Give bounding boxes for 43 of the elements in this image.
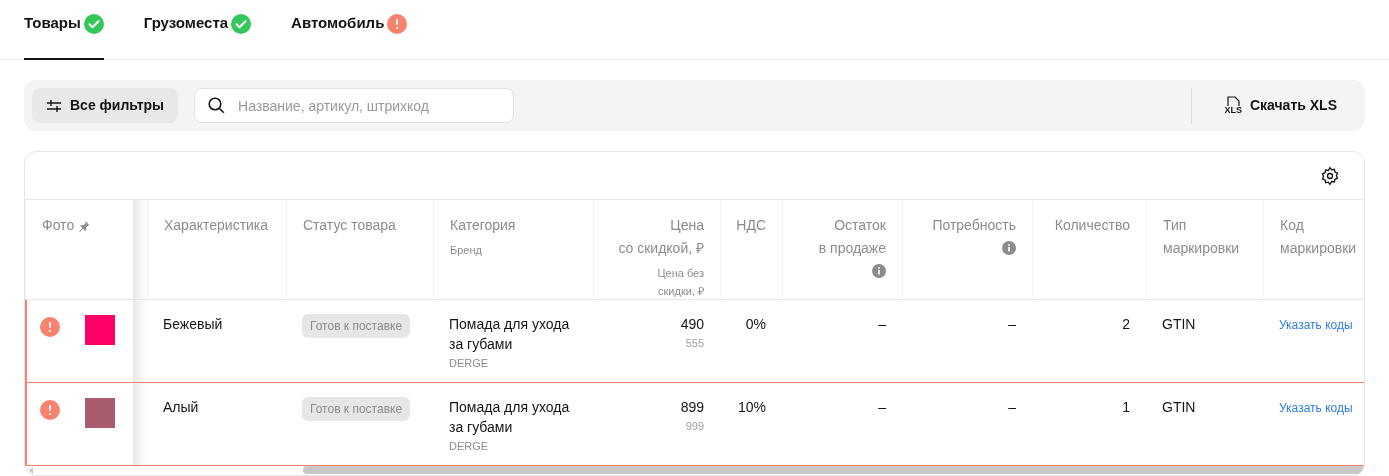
- old-price-text: 999: [685, 419, 704, 434]
- table-cell-text: 899: [680, 398, 704, 417]
- table-cell-text: –: [1008, 398, 1016, 417]
- table-cell-text: –: [1008, 315, 1016, 334]
- table-cell-text: Помада для ухода за губами: [449, 398, 571, 437]
- column-header[interactable]: Фото: [42, 214, 75, 237]
- specify-codes-link[interactable]: Указать коды: [1279, 318, 1353, 332]
- table-cell: GTIN: [1162, 399, 1196, 415]
- table-cell-text: 490: [680, 315, 704, 334]
- table-cell: Бежевый: [163, 316, 223, 332]
- table-cell-text: 10%: [737, 398, 766, 417]
- specify-codes-link[interactable]: Указать коды: [1279, 401, 1353, 415]
- table-cell-text: 0%: [745, 315, 766, 334]
- column-header[interactable]: Характеристика: [164, 214, 269, 237]
- tab[interactable]: Грузоместа: [143, 0, 252, 60]
- column-header[interactable]: Код маркировки: [1280, 214, 1357, 260]
- column-header[interactable]: Статус товара: [303, 214, 396, 237]
- download-xls-button[interactable]: XLS Скачать XLS: [1208, 95, 1353, 116]
- table-cell-text: Помада для ухода за губами: [449, 315, 571, 354]
- tab[interactable]: Товары: [24, 0, 104, 60]
- table-cell-text: 2: [1122, 315, 1130, 334]
- all-filters-button[interactable]: Все фильтры: [32, 88, 179, 123]
- brand-text: DERGE: [449, 439, 489, 454]
- table-cell-text: –: [878, 315, 886, 334]
- column-header[interactable]: Потребность: [932, 214, 1016, 237]
- column-subheader: Цена без скидки, ₽: [657, 266, 704, 299]
- brand-text: DERGE: [449, 356, 489, 371]
- column-header[interactable]: Остаток в продаже: [818, 214, 886, 260]
- table-cell-text: –: [878, 398, 886, 417]
- column-header[interactable]: Цена со скидкой, ₽: [618, 214, 704, 260]
- column-header[interactable]: Категория: [450, 214, 516, 237]
- column-header[interactable]: НДС: [736, 214, 766, 237]
- status-badge: Готов к поставке: [302, 397, 411, 421]
- tab[interactable]: Автомобиль: [291, 0, 408, 60]
- old-price-text: 555: [685, 336, 704, 351]
- status-badge: Готов к поставке: [302, 314, 411, 338]
- table-cell-text: 1: [1122, 398, 1130, 417]
- table-cell: Алый: [163, 399, 199, 415]
- column-header[interactable]: Количество: [1054, 214, 1130, 237]
- column-subheader: Бренд: [450, 243, 482, 258]
- column-header[interactable]: Тип маркировки: [1163, 214, 1240, 260]
- table-cell: GTIN: [1162, 316, 1196, 332]
- search-field[interactable]: Название, артикул, штрихкод: [194, 88, 515, 123]
